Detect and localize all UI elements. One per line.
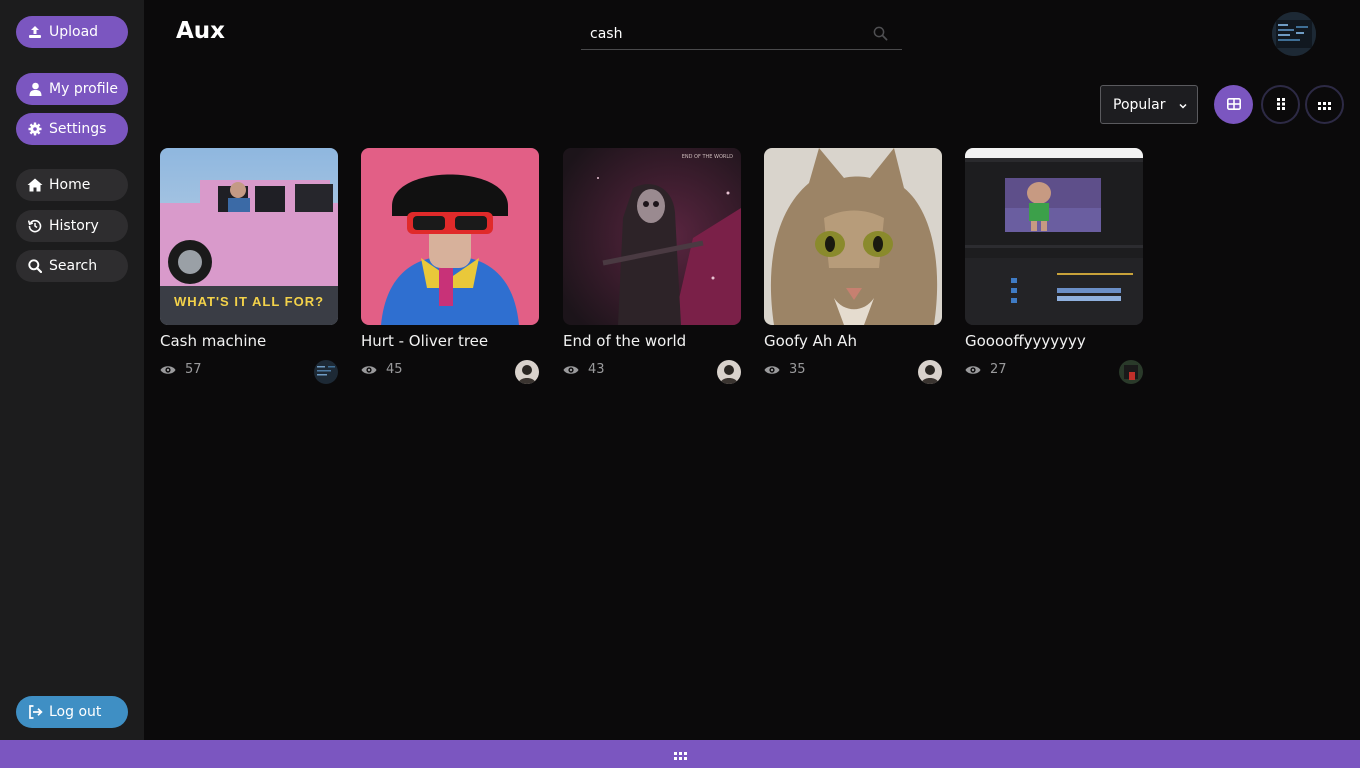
eye-icon (563, 364, 579, 376)
eye-icon (965, 364, 981, 376)
card-title[interactable]: End of the world (563, 332, 686, 350)
view-count: 43 (563, 362, 605, 377)
grid-small-icon (1318, 95, 1331, 114)
my-profile-button[interactable]: My profile (16, 73, 128, 105)
video-card[interactable]: Goofy Ah Ah 35 (764, 148, 942, 384)
video-thumbnail[interactable]: WHAT'S IT ALL FOR? (160, 148, 338, 325)
upload-button[interactable]: Upload (16, 16, 128, 48)
chevron-down-icon (1178, 99, 1188, 115)
video-card[interactable]: END OF THE WORLD End of the world 43 (563, 148, 741, 384)
uploader-avatar[interactable] (515, 360, 539, 384)
sidebar: Upload My profile Settings Home History … (0, 0, 144, 740)
card-title[interactable]: Hurt - Oliver tree (361, 332, 488, 350)
sort-select[interactable]: Popular (1100, 85, 1198, 124)
search-bar (581, 20, 902, 50)
video-thumbnail[interactable] (361, 148, 539, 325)
settings-label: Settings (49, 121, 107, 137)
view-count-value: 35 (789, 362, 806, 377)
svg-text:WHAT'S IT ALL FOR?: WHAT'S IT ALL FOR? (174, 294, 324, 309)
home-icon (27, 177, 43, 193)
apps-grid-icon[interactable] (673, 745, 687, 764)
history-icon (27, 218, 43, 234)
app-title: Aux (176, 18, 226, 44)
card-title[interactable]: Cash machine (160, 332, 266, 350)
sidebar-item-history-label: History (49, 218, 99, 234)
sidebar-item-search[interactable]: Search (16, 250, 128, 282)
view-count-value: 45 (386, 362, 403, 377)
view-count-value: 43 (588, 362, 605, 377)
user-icon (27, 81, 43, 97)
view-grid-small-button[interactable] (1305, 85, 1344, 124)
view-count: 35 (764, 362, 806, 377)
search-icon[interactable] (873, 26, 888, 45)
sidebar-item-search-label: Search (49, 258, 98, 274)
uploader-avatar[interactable] (1119, 360, 1143, 384)
sidebar-item-home-label: Home (49, 177, 91, 193)
video-thumbnail[interactable] (764, 148, 942, 325)
video-card[interactable]: WHAT'S IT ALL FOR? Cash machine 57 (160, 148, 338, 384)
user-avatar[interactable] (1272, 12, 1316, 56)
svg-text:END OF THE WORLD: END OF THE WORLD (682, 154, 733, 160)
view-count: 57 (160, 362, 202, 377)
video-thumbnail[interactable] (965, 148, 1143, 325)
upload-label: Upload (49, 24, 99, 40)
card-title[interactable]: Gooooffyyyyyyy (965, 332, 1086, 350)
sort-selected-label: Popular (1113, 96, 1166, 113)
grid-large-icon (1226, 95, 1241, 114)
card-title[interactable]: Goofy Ah Ah (764, 332, 857, 350)
uploader-avatar[interactable] (314, 360, 338, 384)
view-grid-large-button[interactable] (1214, 85, 1253, 124)
search-input[interactable] (581, 20, 861, 48)
video-thumbnail[interactable]: END OF THE WORLD (563, 148, 741, 325)
video-card[interactable]: Hurt - Oliver tree 45 (361, 148, 539, 384)
grid-medium-icon (1276, 95, 1286, 114)
logout-label: Log out (49, 704, 102, 720)
upload-icon (27, 24, 43, 40)
view-count: 27 (965, 362, 1007, 377)
uploader-avatar[interactable] (717, 360, 741, 384)
view-grid-medium-button[interactable] (1261, 85, 1300, 124)
gear-icon (27, 121, 43, 137)
bottom-bar[interactable] (0, 740, 1360, 768)
my-profile-label: My profile (49, 81, 119, 97)
search-icon (27, 258, 43, 274)
logout-button[interactable]: Log out (16, 696, 128, 728)
eye-icon (361, 364, 377, 376)
eye-icon (160, 364, 176, 376)
sidebar-item-history[interactable]: History (16, 210, 128, 242)
view-count-value: 57 (185, 362, 202, 377)
video-card[interactable]: Gooooffyyyyyyy 27 (965, 148, 1143, 384)
eye-icon (764, 364, 780, 376)
uploader-avatar[interactable] (918, 360, 942, 384)
logout-icon (27, 704, 43, 720)
view-count-value: 27 (990, 362, 1007, 377)
settings-button[interactable]: Settings (16, 113, 128, 145)
view-count: 45 (361, 362, 403, 377)
sidebar-item-home[interactable]: Home (16, 169, 128, 201)
